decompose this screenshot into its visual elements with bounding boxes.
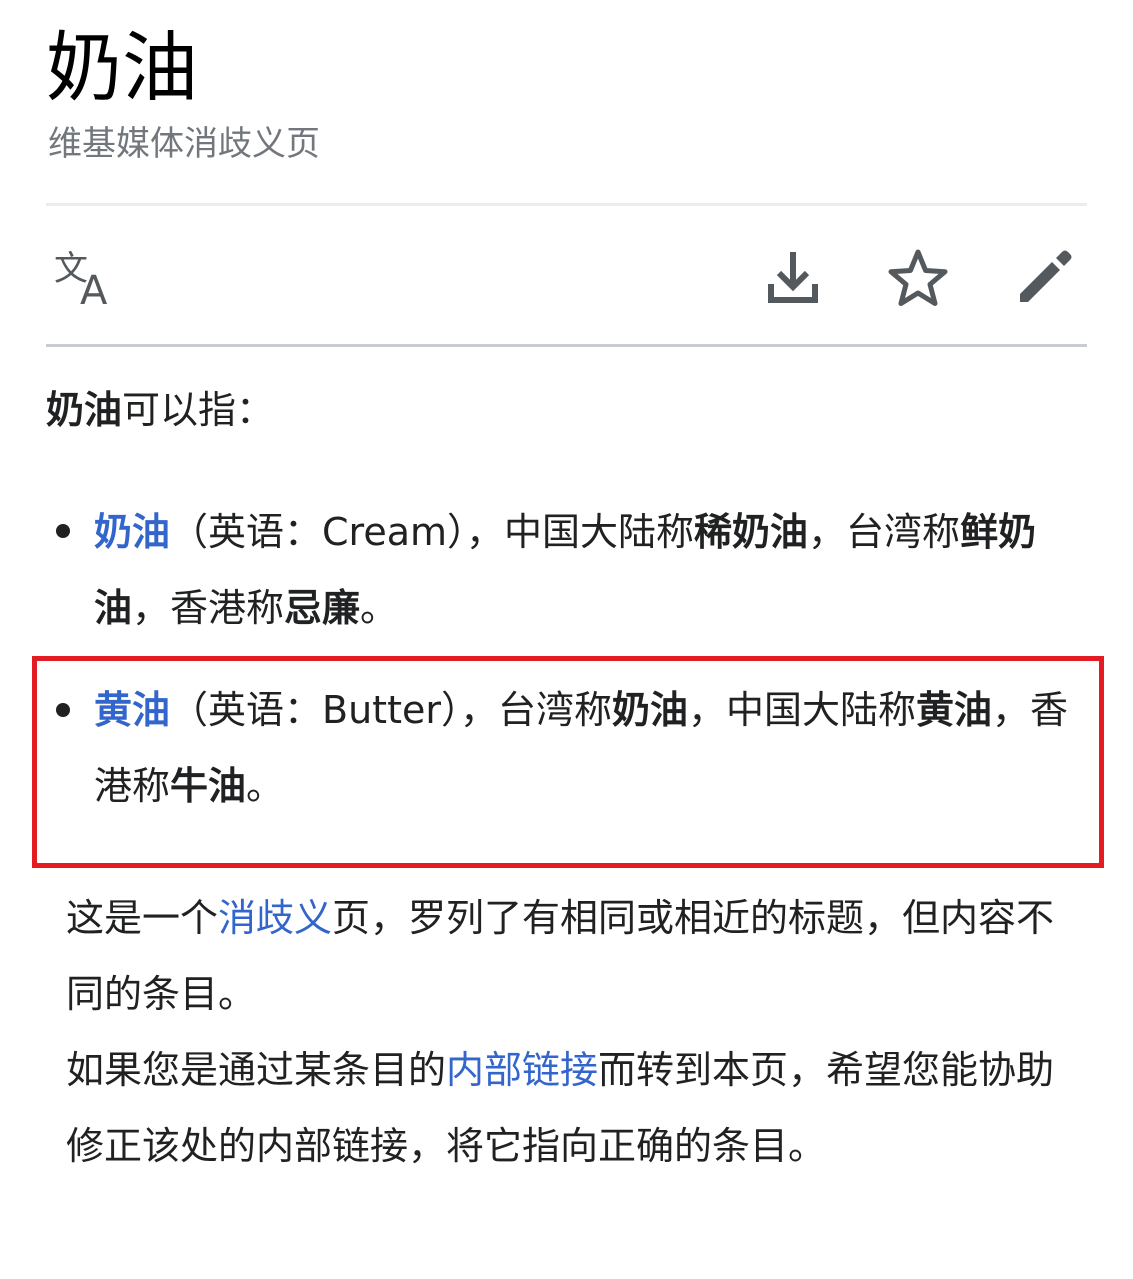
- intro-text: 奶油可以指：: [46, 384, 274, 436]
- notice-text: 如果您是通过某条目的: [66, 1048, 447, 1092]
- page-description: 维基媒体消歧义页: [48, 124, 320, 164]
- disambiguation-notice: 这是一个消歧义页，罗列了有相同或相近的标题，但内容不同的条目。 如果您是通过某条…: [66, 880, 1076, 1184]
- bullet-dot: [56, 703, 70, 717]
- entry-text: ，台湾称: [808, 510, 961, 554]
- entry-term: 忌廉: [284, 586, 361, 630]
- list-item-butter: 黄油（英语：Butter），台湾称奶油，中国大陆称黄油，香港称牛油。: [94, 672, 1084, 824]
- entry-text: （英语：Butter），台湾称: [170, 688, 612, 732]
- intro-suffix: 可以指：: [122, 388, 275, 432]
- entry-term: 牛油: [170, 764, 247, 808]
- entry-text: ，中国大陆称: [688, 688, 917, 732]
- entry-text: 。: [360, 586, 399, 630]
- entry-text: （英语：Cream），中国大陆称: [170, 510, 695, 554]
- article-page: 奶油 维基媒体消歧义页 文 A 奶油可以指： 奶油（英语：Cream），中国大陆…: [0, 0, 1133, 1279]
- toolbar-divider: [46, 344, 1087, 347]
- notice-text: 这是一个: [66, 896, 219, 940]
- entry-term: 黄油: [916, 688, 993, 732]
- star-icon[interactable]: [886, 246, 950, 310]
- notice-paragraph-1: 这是一个消歧义页，罗列了有相同或相近的标题，但内容不同的条目。: [66, 880, 1076, 1032]
- header-divider: [46, 203, 1087, 206]
- intro-term: 奶油: [46, 388, 123, 432]
- list-item-cream: 奶油（英语：Cream），中国大陆称稀奶油，台湾称鲜奶油，香港称忌廉。: [94, 494, 1084, 646]
- notice-paragraph-2: 如果您是通过某条目的内部链接而转到本页，希望您能协助修正该处的内部链接，将它指向…: [66, 1032, 1076, 1184]
- entry-text: ，香港称: [132, 586, 285, 630]
- entry-text: 。: [246, 764, 285, 808]
- link-internal-links[interactable]: 内部链接: [446, 1048, 598, 1092]
- download-icon[interactable]: [761, 246, 825, 310]
- translate-icon[interactable]: 文 A: [50, 246, 122, 310]
- bullet-dot: [56, 524, 70, 538]
- link-cream[interactable]: 奶油: [94, 510, 170, 554]
- link-disambiguation[interactable]: 消歧义: [218, 896, 332, 940]
- link-butter[interactable]: 黄油: [94, 688, 170, 732]
- edit-icon[interactable]: [1012, 242, 1080, 310]
- entry-term: 稀奶油: [694, 510, 809, 554]
- svg-text:A: A: [80, 268, 108, 310]
- entry-term: 奶油: [611, 688, 688, 732]
- page-title: 奶油: [46, 23, 198, 112]
